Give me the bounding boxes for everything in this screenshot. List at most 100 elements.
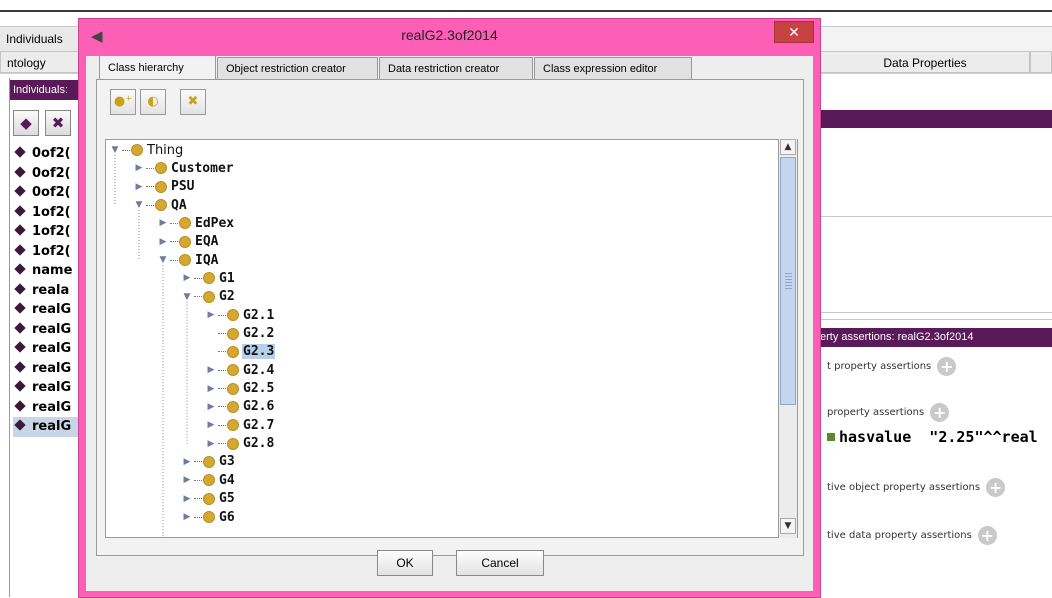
tab-more[interactable]	[1030, 51, 1052, 73]
delete-class-button[interactable]: ✖	[180, 89, 206, 115]
class-tree-node[interactable]: ▼ G2	[181, 288, 236, 306]
cancel-button[interactable]: Cancel	[456, 550, 544, 576]
scrollbar-thumb[interactable]	[780, 157, 796, 405]
expand-toggle-icon[interactable]: ▶	[181, 494, 193, 504]
collapse-toggle-icon[interactable]: ▼	[109, 145, 121, 155]
class-tree-node[interactable]: ▶ G2.6	[205, 398, 275, 416]
individual-label: realG	[32, 302, 72, 317]
hasvalue-assertion[interactable]: hasvalue "2.25"^^real	[827, 428, 1038, 446]
class-tree-node[interactable]: ▶ PSU	[133, 178, 195, 196]
tree-connector	[146, 204, 154, 206]
individual-icon	[14, 321, 26, 334]
class-label: G4	[219, 472, 235, 488]
class-tree-node[interactable]: ▶ G6	[181, 508, 236, 526]
class-tree-node[interactable]: ▶ G2.1	[205, 306, 275, 324]
class-tree-node[interactable]: G2.2	[205, 325, 275, 343]
class-icon	[203, 492, 215, 505]
delete-individual-icon: ✖	[51, 114, 65, 132]
data-property-assertions-row: property assertions +	[827, 403, 950, 422]
tab-data-properties[interactable]: Data Properties	[820, 51, 1030, 73]
tree-connector	[194, 479, 202, 481]
tree-connector	[194, 461, 202, 463]
class-tree-node[interactable]: ▶ G2.8	[205, 435, 275, 453]
class-icon	[227, 437, 239, 450]
expand-toggle-icon[interactable]: ▶	[181, 457, 193, 467]
class-tree-node[interactable]: ▼ QA	[133, 196, 188, 214]
object-property-assertions-row: t property assertions +	[827, 357, 957, 376]
class-tree-node[interactable]: ▶ G4	[181, 471, 236, 489]
individual-label: 0of2(	[32, 185, 71, 200]
delete-individual-button[interactable]: ✖	[45, 110, 71, 136]
expand-toggle-icon[interactable]: ▶	[133, 163, 145, 173]
collapse-toggle-icon[interactable]: ▼	[181, 292, 193, 302]
expand-toggle-icon[interactable]: ▶	[205, 439, 217, 449]
tree-connector	[218, 314, 226, 316]
expand-toggle-icon[interactable]: ▶	[205, 310, 217, 320]
add-subclass-button[interactable]: ●⁺	[110, 89, 136, 115]
dialog-close-button[interactable]: ✕	[774, 21, 814, 43]
class-icon	[227, 400, 239, 413]
tab-ontology[interactable]: ntology	[0, 51, 80, 73]
add-negative-data-assertion-icon[interactable]: +	[977, 526, 997, 545]
collapse-toggle-icon[interactable]: ▼	[157, 255, 169, 265]
class-icon	[131, 144, 143, 156]
class-tree-node[interactable]: ▼ IQA	[157, 251, 219, 269]
tab-object-restriction-creator[interactable]: Object restriction creator	[217, 57, 378, 79]
class-tree-node[interactable]: ▶ G3	[181, 453, 236, 471]
add-object-assertion-icon[interactable]: +	[937, 357, 957, 376]
class-label: G2.7	[243, 417, 275, 433]
ok-button[interactable]: OK	[377, 550, 433, 576]
add-data-assertion-icon[interactable]: +	[930, 403, 950, 422]
scroll-up-arrow-icon[interactable]: ▲	[780, 139, 796, 155]
scroll-down-arrow-icon[interactable]: ▼	[780, 518, 796, 534]
add-individual-icon: ◆	[20, 114, 32, 132]
tree-connector	[122, 149, 130, 151]
individual-icon	[14, 399, 26, 412]
class-label: G2.6	[243, 399, 275, 415]
individual-label: 1of2(	[32, 243, 71, 259]
class-tree-node[interactable]: G2.3	[205, 343, 276, 361]
tab-class-hierarchy[interactable]: Class hierarchy	[99, 55, 216, 80]
tab-data-restriction-creator[interactable]: Data restriction creator	[379, 57, 533, 79]
class-label: G3	[219, 454, 235, 470]
expand-toggle-icon[interactable]: ▶	[205, 365, 217, 375]
class-tree-node[interactable]: ▶ Customer	[133, 159, 235, 177]
class-tree-node[interactable]: ▶ G2.7	[205, 416, 275, 434]
dialog-title-bar[interactable]: ◀ realG2.3of2014 ✕	[79, 19, 820, 55]
tree-vertical-scrollbar[interactable]: ▲ ▼	[778, 139, 797, 538]
add-sibling-class-button[interactable]: ◐	[140, 89, 166, 115]
expand-toggle-icon[interactable]: ▶	[133, 182, 145, 192]
split-handle[interactable]	[820, 312, 1052, 320]
add-individual-button[interactable]: ◆	[13, 110, 39, 136]
window-top-border	[0, 0, 1052, 12]
expand-toggle-icon[interactable]: ▶	[205, 384, 217, 394]
class-tree-node[interactable]: ▼ Thing	[109, 141, 184, 159]
individual-label: name	[32, 263, 73, 278]
class-tree-node[interactable]: ▶ G1	[181, 269, 236, 287]
tree-connector	[218, 424, 226, 426]
class-label: G2.4	[243, 362, 275, 378]
expand-toggle-icon[interactable]: ▶	[181, 273, 193, 283]
class-tree-node[interactable]: ▶ G2.4	[205, 361, 275, 379]
individual-icon	[14, 360, 26, 373]
expand-toggle-icon[interactable]: ▶	[157, 218, 169, 228]
expand-toggle-icon[interactable]: ▶	[205, 402, 217, 412]
class-icon	[227, 382, 239, 395]
class-tree-node[interactable]: ▶ G2.5	[205, 380, 275, 398]
scrollbar-grip-icon	[785, 273, 792, 291]
collapse-toggle-icon[interactable]: ▼	[133, 200, 145, 210]
tab-class-expression-editor[interactable]: Class expression editor	[534, 57, 692, 79]
class-tree-node[interactable]: ▶ EdPex	[157, 214, 235, 232]
expand-toggle-icon[interactable]: ▶	[181, 512, 193, 522]
expand-toggle-icon[interactable]: ▶	[205, 420, 217, 430]
class-tree-node[interactable]: ▶ EQA	[157, 233, 219, 251]
class-tree-node[interactable]: ▶ G5	[181, 490, 236, 508]
individuals-panel-header: Individuals:	[10, 80, 88, 100]
add-negative-object-assertion-icon[interactable]: +	[986, 478, 1006, 497]
individual-label: realG	[32, 399, 72, 415]
tree-connector	[218, 406, 226, 408]
expand-toggle-icon[interactable]: ▶	[157, 237, 169, 247]
class-tree[interactable]: ▼ Thing ▶ Customer ▶ PSU ▼ QA ▶ EdPex ▶ EQA ▼ IQA ▶ G1 ▼…	[105, 139, 798, 538]
add-subclass-icon: ●⁺	[113, 94, 133, 109]
expand-toggle-icon[interactable]: ▶	[181, 475, 193, 485]
